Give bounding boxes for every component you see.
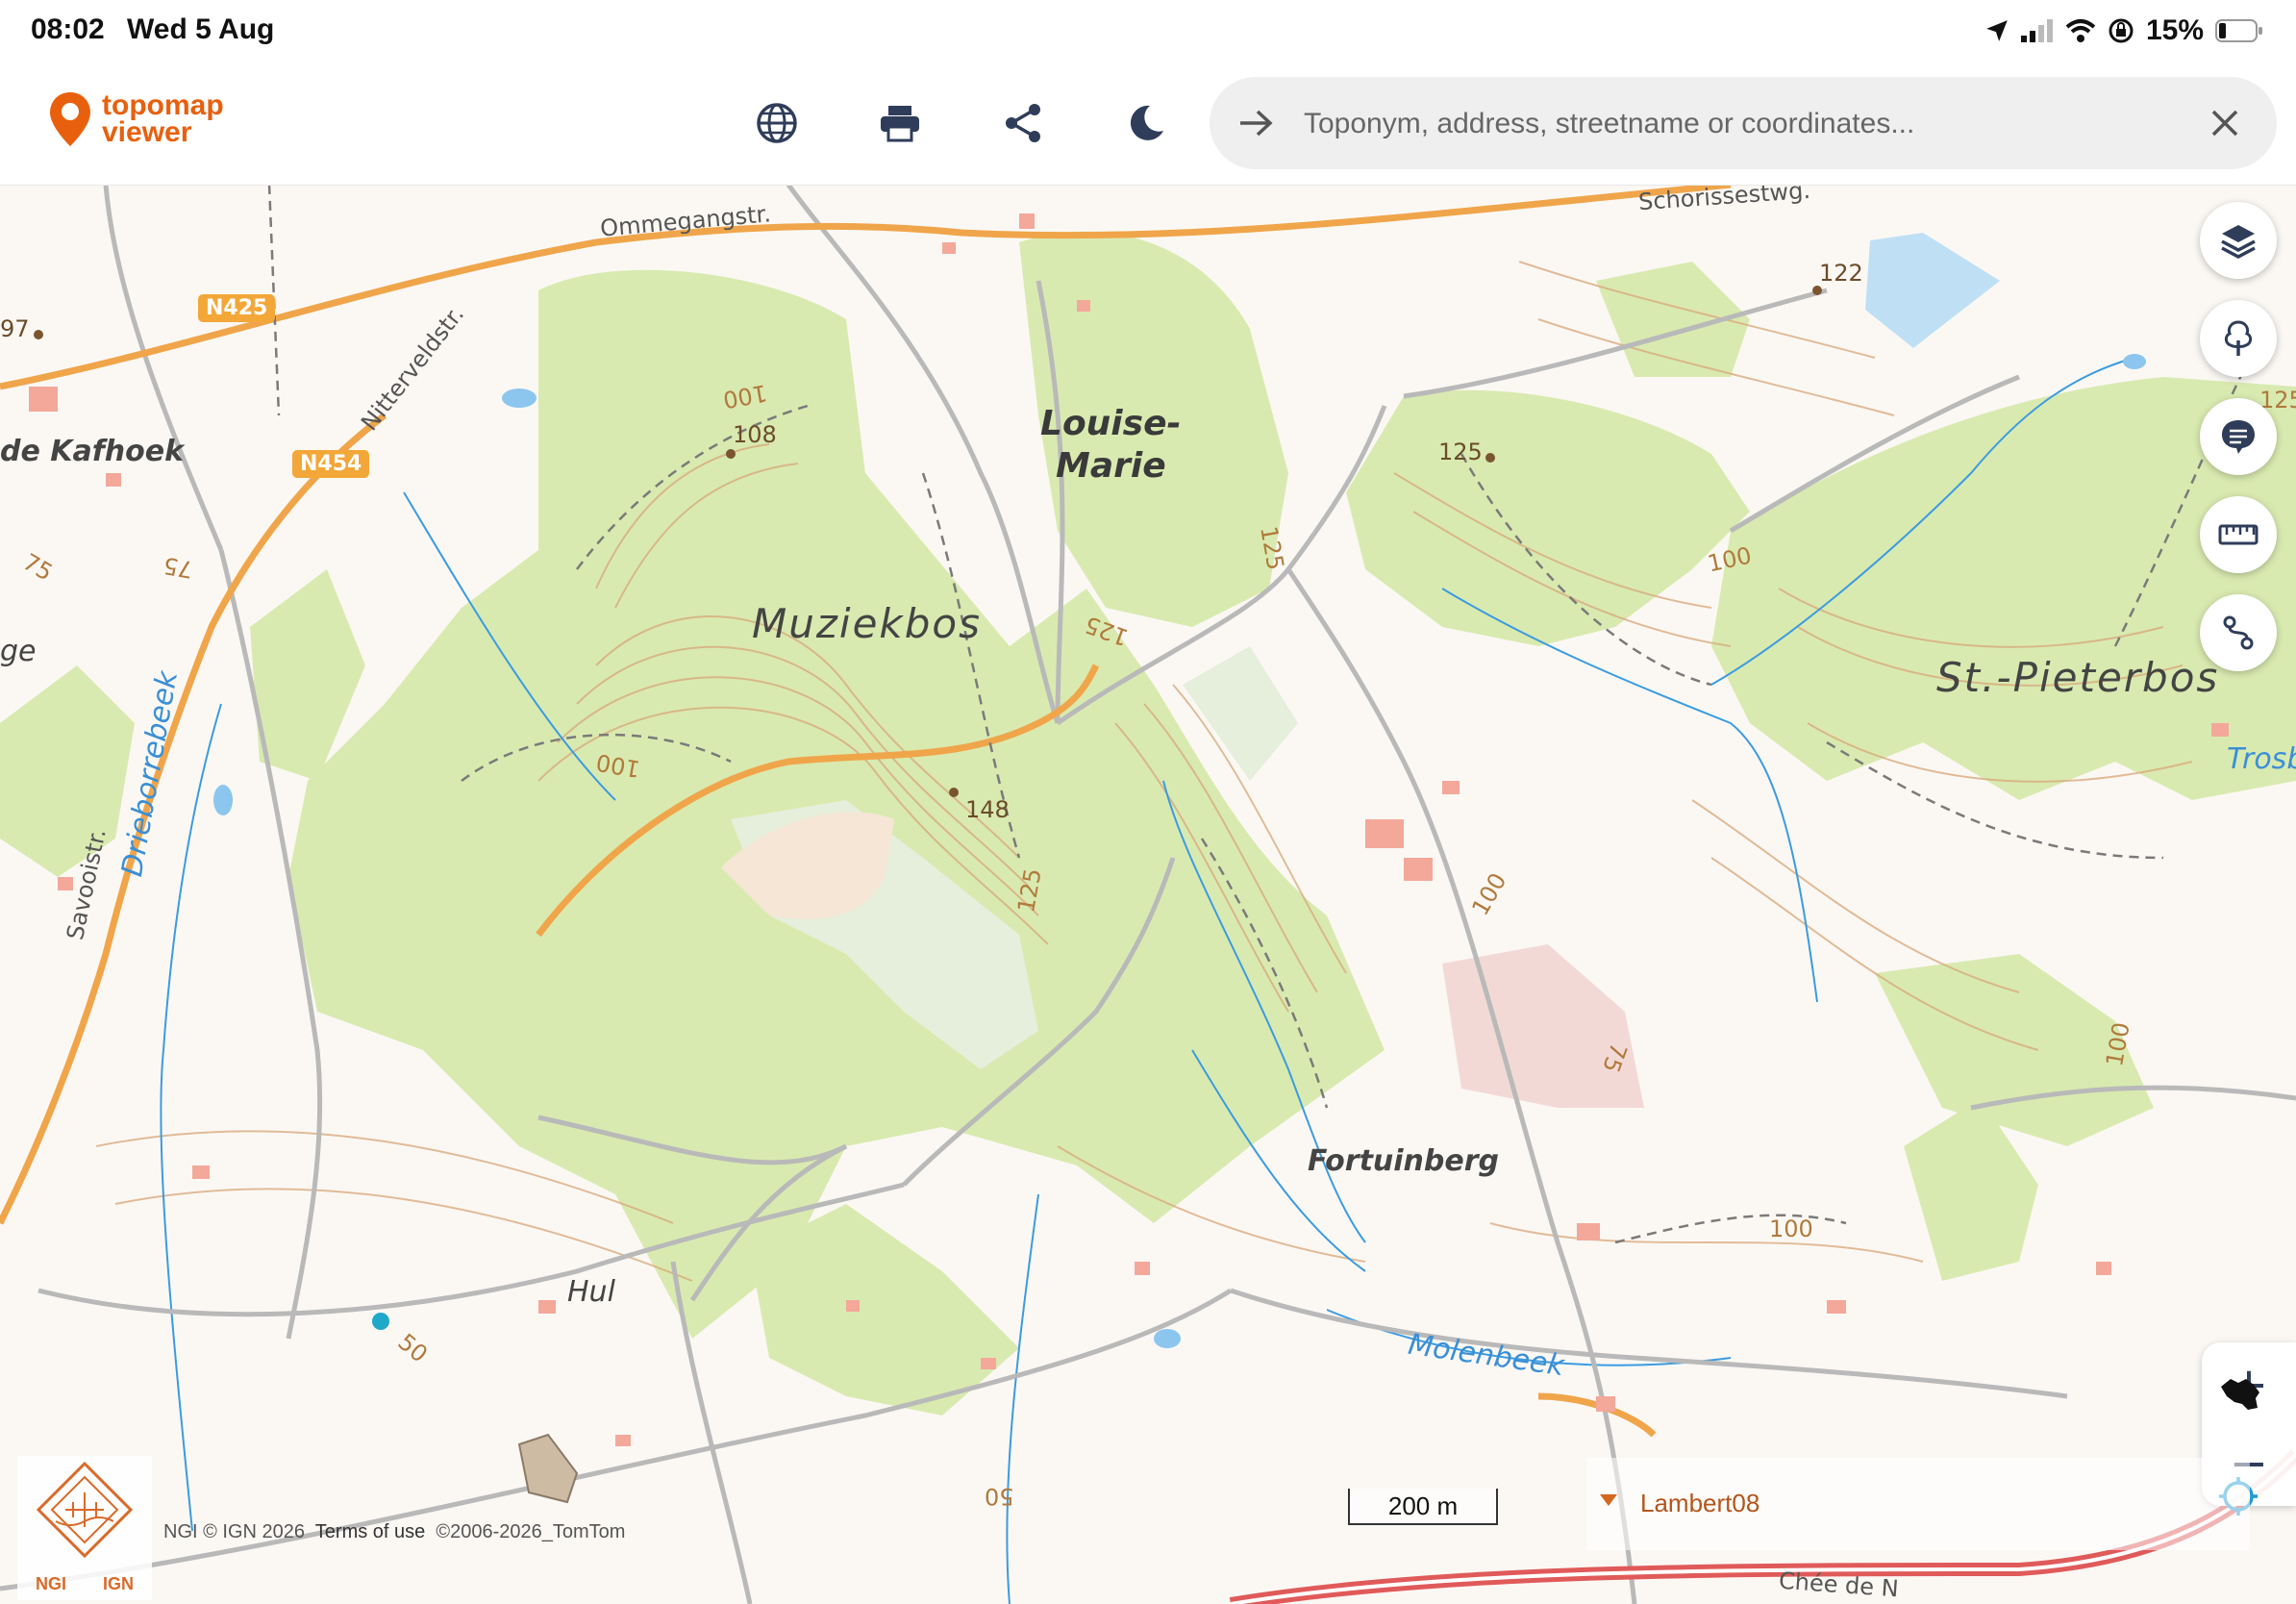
spot-height-97: 97 [0,315,30,342]
route-icon [2223,615,2254,650]
measure-button[interactable] [2200,496,2277,573]
search-clear-button[interactable] [2202,100,2248,146]
contour-label: 50 [985,1483,1014,1510]
wifi-icon [2065,19,2096,42]
place-label-muziekbos[interactable]: Muziekbos [752,600,982,647]
scale-label: 200 m [1387,1491,1459,1520]
contour-label: 75 [161,551,195,584]
cellular-signal-icon [2020,19,2053,42]
globe-icon [757,103,797,143]
topomap-logo[interactable]: topomap viewer [48,90,224,148]
place-label-marie[interactable]: Marie [1056,446,1166,486]
crs-label: Lambert08 [1640,1489,1760,1517]
location-arrow-icon [1986,20,2008,41]
ign-label: IGN [102,1574,134,1593]
arrow-right-icon [1240,110,1273,137]
country-extent-button[interactable] [2202,1356,2279,1433]
spot-height-108: 108 [733,421,777,448]
road-shield-n425[interactable]: N425 [198,294,276,322]
status-time: 08:02 [31,13,105,45]
topographic-map[interactable]: Muziekbos Louise- Marie St.-Pieterbos Fo… [0,185,2296,1604]
poi-marker [372,1313,389,1330]
logo-line-1: topomap [102,89,224,121]
spot-height-125: 125 [1438,439,1483,465]
logo-text: topomap viewer [102,89,224,148]
language-button[interactable] [744,90,810,156]
logo-line-2: viewer [102,116,192,148]
map-base-layer [0,185,2296,1604]
ngi-label: NGI [35,1574,66,1593]
share-button[interactable] [990,90,1056,156]
search-bar [1210,77,2277,169]
ruler-icon [2218,524,2259,545]
battery-icon [2215,19,2262,42]
place-label-st-pieterbos[interactable]: St.-Pieterbos [1936,654,2219,701]
comment-button[interactable] [2200,398,2277,475]
share-icon [1006,104,1040,142]
app-header: topomap viewer [0,62,2296,186]
place-label-ge[interactable]: ge [0,635,37,668]
tree-button[interactable] [2200,300,2277,377]
search-input[interactable] [1302,94,2152,154]
terms-of-use-link[interactable]: Terms of use [315,1521,425,1542]
place-label-hul[interactable]: Hul [567,1275,615,1309]
print-icon [881,106,919,142]
coordinate-system-select[interactable]: Lambert08 [1586,1458,2250,1550]
spot-height-122: 122 [1819,260,1863,287]
rotation-lock-icon [2109,18,2134,43]
attribution-ngi: NGI © IGN 2026 [163,1521,306,1542]
attribution-tomtom: ©2006-2026_TomTom [436,1521,626,1542]
map-pin-icon [50,92,90,146]
status-date: Wed 5 Aug [127,13,275,45]
belgium-map-icon [2221,1379,2259,1410]
ngi-logo[interactable]: NGI IGN [17,1456,152,1600]
place-label-kafhoek[interactable]: de Kafhoek [0,435,184,468]
water-label-trosb[interactable]: Trosb [2227,742,2296,776]
place-label-louise[interactable]: Louise- [1040,404,1181,443]
attribution: NGI © IGN 2026 Terms of use ©2006-2026_T… [163,1521,625,1543]
close-icon [2211,110,2238,137]
comment-icon [2222,420,2255,454]
layers-button[interactable] [2200,202,2277,279]
print-button[interactable] [867,90,933,156]
dark-mode-icon [1130,105,1163,140]
caret-down-icon [1600,1494,1617,1506]
search-submit-button[interactable] [1233,100,1279,146]
spot-height-148: 148 [965,796,1010,823]
place-label-fortuinberg[interactable]: Fortuinberg [1308,1144,1499,1178]
layers-icon [2221,225,2256,259]
battery-percent: 15% [2145,14,2204,46]
contour-label: 100 [1769,1216,1813,1242]
status-icons: 15% [1984,12,2263,50]
route-button[interactable] [2200,594,2277,671]
scale-bar: 200 m [1348,1489,1498,1525]
dark-mode-button[interactable] [1113,90,1179,156]
tree-icon [2224,320,2253,356]
ngi-emblem-icon [36,1461,134,1559]
ngi-text: NGI IGN [17,1574,152,1594]
status-bar: 08:02 Wed 5 Aug 15% [0,0,2296,62]
road-shield-n454[interactable]: N454 [292,450,370,478]
